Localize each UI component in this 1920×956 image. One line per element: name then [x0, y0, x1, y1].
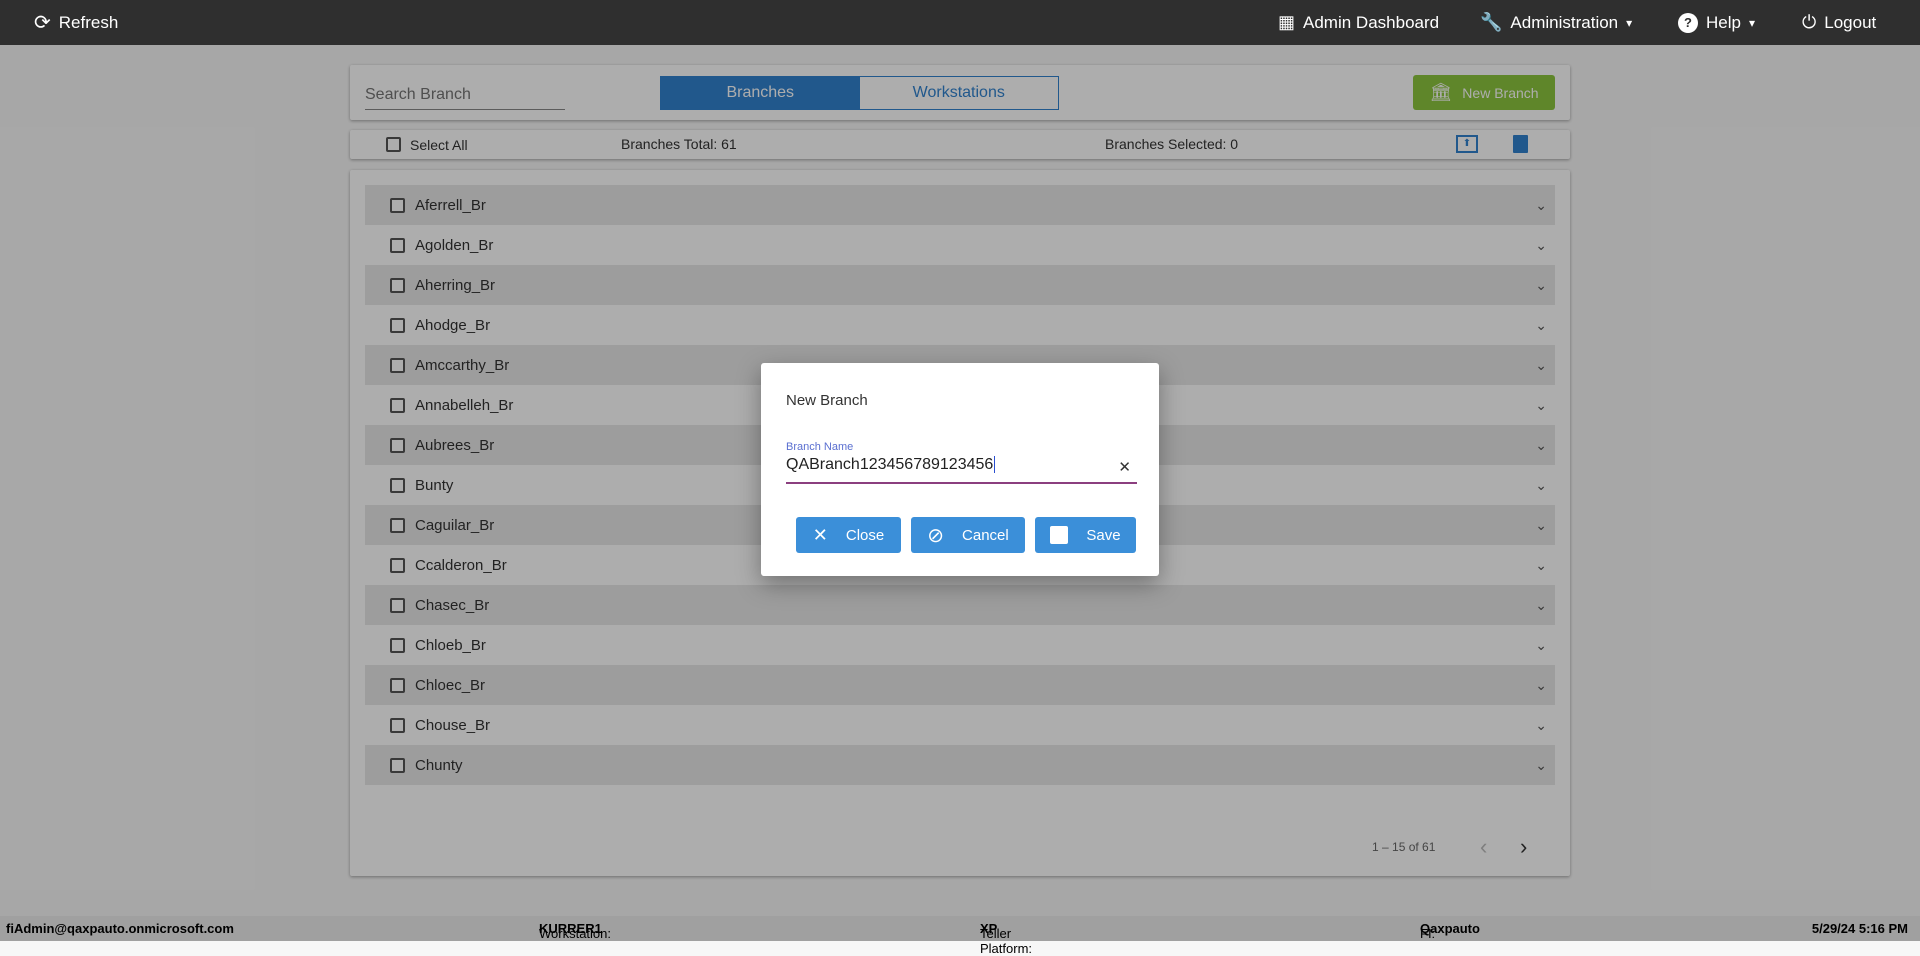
help-label: Help [1706, 12, 1741, 32]
power-icon: ⏻ [1802, 12, 1817, 32]
chevron-down-icon: ▾ [1626, 15, 1633, 30]
chevron-down-icon: ▾ [1748, 15, 1755, 30]
close-label: Close [845, 526, 885, 544]
administration-label: Administration [1510, 12, 1619, 32]
modal-backdrop-footer [0, 916, 1920, 941]
close-button[interactable]: ✕ Close [796, 517, 901, 553]
refresh-button[interactable]: ⟳ Refresh [34, 0, 118, 45]
close-icon: ✕ [812, 524, 828, 545]
refresh-label: Refresh [58, 12, 119, 32]
branch-name-field[interactable]: QABranch123456789123456 ✕ [786, 456, 1137, 484]
logout-label: Logout [1824, 12, 1877, 32]
admin-dashboard-link[interactable]: ▦ Admin Dashboard [1278, 0, 1439, 45]
save-button[interactable]: Save [1035, 517, 1136, 553]
wrench-icon: 🔧 [1480, 12, 1503, 32]
refresh-icon: ⟳ [34, 12, 51, 34]
ban-icon: ⊘ [927, 524, 945, 547]
clear-icon[interactable]: ✕ [1118, 458, 1131, 476]
logout-button[interactable]: ⏻ Logout [1802, 0, 1876, 45]
top-bar: ⟳ Refresh ▦ Admin Dashboard 🔧 Administratio… [0, 0, 1920, 45]
floppy-disk-icon [1050, 526, 1069, 544]
administration-menu[interactable]: 🔧 Administration ▾ [1480, 0, 1632, 45]
help-icon: ? [1678, 12, 1698, 33]
help-menu[interactable]: ? Help ▾ [1678, 0, 1755, 45]
cancel-label: Cancel [962, 526, 1009, 544]
branch-name-value: QABranch123456789123456 [786, 456, 996, 473]
cancel-button[interactable]: ⊘ Cancel [911, 517, 1025, 553]
dashboard-icon: ▦ [1278, 12, 1296, 32]
admin-dashboard-label: Admin Dashboard [1303, 12, 1440, 32]
new-branch-dialog: New Branch Branch Name QABranch123456789… [761, 363, 1159, 576]
dialog-title: New Branch [786, 392, 868, 409]
save-label: Save [1086, 526, 1121, 544]
branch-name-label: Branch Name [786, 441, 854, 453]
